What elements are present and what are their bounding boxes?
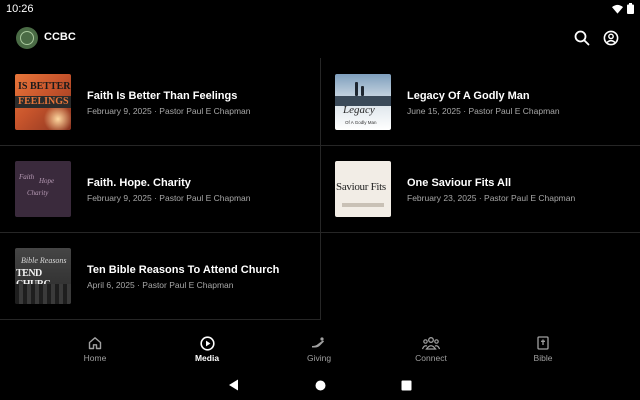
church-logo[interactable]: [16, 27, 38, 49]
media-item[interactable]: Saviour Fits One Saviour Fits All Februa…: [320, 145, 640, 232]
account-circle-icon: [603, 30, 619, 46]
nav-bible[interactable]: Bible: [503, 330, 583, 370]
sermon-speaker: Pastor Paul E Chapman: [484, 193, 576, 203]
home-system-button[interactable]: [312, 377, 328, 393]
media-list: IS BETTER FEELINGS Faith Is Better Than …: [0, 58, 640, 320]
status-icons: [612, 3, 634, 14]
nav-label: Giving: [306, 353, 332, 363]
back-triangle-icon: [228, 379, 238, 391]
sermon-meta: June 15, 2025 · Pastor Paul E Chapman: [407, 106, 560, 116]
sermon-title: Legacy Of A Godly Man: [407, 90, 530, 102]
sermon-thumbnail: IS BETTER FEELINGS: [15, 74, 71, 130]
nav-connect[interactable]: Connect: [391, 330, 471, 370]
sermon-title: Faith Is Better Than Feelings: [87, 90, 238, 102]
media-item[interactable]: Legacy Of A Godly Man Legacy Of A Godly …: [320, 58, 640, 145]
wifi-icon: [612, 4, 623, 14]
sermon-speaker: Pastor Paul E Chapman: [159, 106, 251, 116]
nav-label: Bible: [533, 353, 553, 363]
sermon-thumbnail: Saviour Fits: [335, 161, 391, 217]
home-circle-icon: [315, 380, 325, 390]
sermon-date: February 9, 2025: [87, 193, 152, 203]
sermon-thumbnail: Bible Reasons TEND CHURC: [15, 248, 71, 304]
sermon-meta: February 23, 2025 · Pastor Paul E Chapma…: [407, 193, 575, 203]
people-icon: [422, 336, 440, 350]
sermon-thumbnail: Legacy Of A Godly Man: [335, 74, 391, 130]
bottom-nav: Home Media Giving Connect Bible: [0, 330, 640, 370]
recents-button[interactable]: [398, 377, 414, 393]
search-button[interactable]: [571, 27, 593, 49]
sermon-speaker: Pastor Paul E Chapman: [159, 193, 251, 203]
sermon-date: February 23, 2025: [407, 193, 477, 203]
recents-square-icon: [401, 380, 411, 390]
sermon-date: February 9, 2025: [87, 106, 152, 116]
sermon-meta: April 6, 2025 · Pastor Paul E Chapman: [87, 280, 234, 290]
sermon-meta: February 9, 2025 · Pastor Paul E Chapman: [87, 193, 251, 203]
nav-giving[interactable]: Giving: [279, 330, 359, 370]
status-time: 10:26: [6, 3, 34, 15]
account-button[interactable]: [600, 27, 622, 49]
grid-divider: [0, 319, 321, 320]
sermon-speaker: Pastor Paul E Chapman: [468, 106, 560, 116]
play-circle-icon: [199, 335, 215, 351]
back-button[interactable]: [225, 377, 241, 393]
sermon-date: June 15, 2025: [407, 106, 461, 116]
sermon-meta: February 9, 2025 · Pastor Paul E Chapman: [87, 106, 251, 116]
sermon-title: One Saviour Fits All: [407, 177, 512, 189]
sermon-date: April 6, 2025: [87, 280, 135, 290]
media-item[interactable]: Bible Reasons TEND CHURC Ten Bible Reaso…: [0, 232, 320, 319]
meta-separator: ·: [476, 193, 485, 203]
battery-icon: [627, 3, 634, 14]
status-bar: 10:26: [0, 0, 640, 18]
sermon-speaker: Pastor Paul E Chapman: [142, 280, 234, 290]
giving-hand-icon: [312, 337, 324, 348]
nav-label: Media: [194, 353, 220, 363]
sermon-thumbnail: Faith Hope Charity: [15, 161, 71, 217]
bible-icon: [537, 336, 549, 350]
search-icon: [574, 30, 590, 46]
sermon-title: Faith. Hope. Charity: [87, 177, 191, 189]
nav-label: Connect: [415, 353, 447, 363]
sermon-title: Ten Bible Reasons To Attend Church: [87, 264, 280, 276]
media-item[interactable]: IS BETTER FEELINGS Faith Is Better Than …: [0, 58, 320, 145]
nav-label: Home: [83, 353, 107, 363]
app-bar: CCBC: [0, 18, 640, 58]
media-item[interactable]: Faith Hope Charity Faith. Hope. Charity …: [0, 145, 320, 232]
system-nav-bar: [0, 370, 640, 400]
nav-media[interactable]: Media: [167, 330, 247, 370]
home-icon: [88, 337, 102, 350]
nav-home[interactable]: Home: [55, 330, 135, 370]
app-title: CCBC: [44, 31, 76, 43]
